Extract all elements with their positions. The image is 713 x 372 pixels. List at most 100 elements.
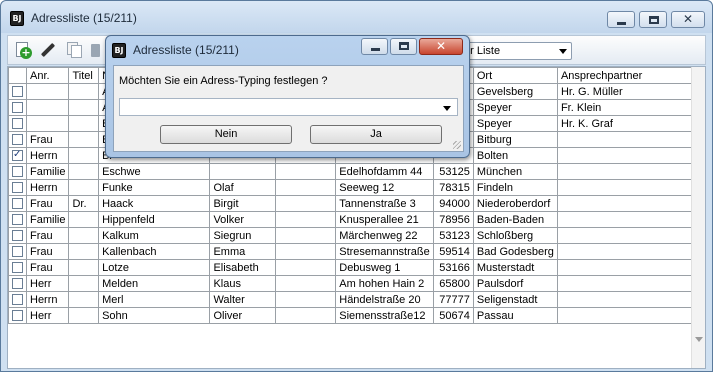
row-checkbox[interactable] [12, 117, 23, 129]
resize-grip[interactable] [453, 141, 461, 149]
list-select[interactable]: er Liste [460, 42, 572, 60]
dialog-app-icon: BJ [112, 43, 126, 58]
edit-button[interactable] [38, 41, 56, 59]
table-row[interactable]: Frau Dr. Haack Birgit Tannenstraße 3 94000 Nie… [8, 195, 705, 212]
cell-check[interactable] [8, 307, 27, 324]
cell-anrede: Herr [25, 307, 70, 324]
cell-anrede: Frau [25, 227, 70, 244]
table-row[interactable]: Herrn Funke Olaf Seeweg 12 78315 Findeln [8, 179, 705, 196]
cell-name: Lotze [98, 259, 211, 276]
row-checkbox[interactable] [12, 149, 23, 162]
row-checkbox[interactable] [12, 245, 23, 257]
copy-button[interactable] [66, 41, 84, 59]
cell-check[interactable] [8, 115, 27, 132]
row-checkbox[interactable] [12, 309, 23, 321]
cell-vorname: Oliver [209, 307, 277, 324]
cell-titel [68, 99, 100, 116]
close-button[interactable]: ✕ [671, 11, 705, 28]
table-row[interactable]: Herr Melden Klaus Am hohen Hain 2 65800 Pauls… [8, 275, 705, 292]
cell-extra [275, 163, 337, 180]
cell-check[interactable] [8, 259, 27, 276]
cell-check[interactable] [8, 243, 27, 260]
header-check[interactable] [8, 67, 27, 84]
cell-vorname: Olaf [209, 179, 277, 196]
cell-vorname: Emma [209, 243, 277, 260]
cell-check[interactable] [8, 131, 27, 148]
minimize-icon [371, 48, 380, 51]
header-anrede[interactable]: Anr. [25, 67, 70, 84]
title-bar[interactable]: BJ Adressliste (15/211) ✕ [1, 1, 712, 33]
header-ort[interactable]: Ort [472, 67, 558, 84]
cell-ansprechpartner [556, 227, 705, 244]
row-checkbox[interactable] [12, 261, 23, 273]
cell-check[interactable] [8, 83, 27, 100]
cell-check[interactable] [8, 211, 27, 228]
row-checkbox[interactable] [12, 133, 23, 145]
cell-name: Funke [98, 179, 211, 196]
cell-plz: 53123 [432, 227, 474, 244]
cell-check[interactable] [8, 275, 27, 292]
cell-plz: 53166 [432, 259, 474, 276]
adress-typing-select[interactable] [119, 98, 458, 116]
new-address-button[interactable]: + [14, 41, 32, 59]
cell-check[interactable] [8, 227, 27, 244]
row-checkbox[interactable] [12, 101, 23, 113]
cell-titel [68, 163, 100, 180]
cell-titel [68, 131, 100, 148]
cell-strasse: Debusweg 1 [335, 259, 434, 276]
dialog-minimize-button[interactable] [361, 38, 388, 55]
vertical-scrollbar[interactable] [691, 67, 705, 368]
row-checkbox[interactable] [12, 197, 23, 209]
dialog-maximize-button[interactable] [390, 38, 417, 55]
cell-vorname: Elisabeth [209, 259, 277, 276]
minimize-button[interactable] [607, 11, 635, 28]
cell-check[interactable] [8, 179, 27, 196]
scroll-down-icon[interactable] [695, 337, 703, 342]
cell-ort: Bad Godesberg [472, 243, 558, 260]
maximize-button[interactable] [639, 11, 667, 28]
table-row[interactable]: Frau Lotze Elisabeth Debusweg 1 53166 Musters… [8, 259, 705, 276]
cell-extra [275, 211, 337, 228]
cell-check[interactable] [8, 195, 27, 212]
cell-plz: 53125 [432, 163, 474, 180]
cell-titel [68, 115, 100, 132]
row-checkbox[interactable] [12, 213, 23, 225]
no-button[interactable]: Nein [160, 125, 292, 144]
cell-name: Kallenbach [98, 243, 211, 260]
cell-ort: Baden-Baden [472, 211, 558, 228]
cell-name: Kalkum [98, 227, 211, 244]
yes-button[interactable]: Ja [310, 125, 442, 144]
table-row[interactable]: Familie Hippenfeld Volker Knusperallee 21 78… [8, 211, 705, 228]
row-checkbox[interactable] [12, 277, 23, 289]
row-checkbox[interactable] [12, 293, 23, 305]
header-ansprechpartner[interactable]: Ansprechpartner [556, 67, 705, 84]
table-row[interactable]: Frau Kallenbach Emma Stresemannstraße 59514 B… [8, 243, 705, 260]
delete-button[interactable] [90, 41, 100, 59]
cell-check[interactable] [8, 99, 27, 116]
cell-extra [275, 307, 337, 324]
cell-titel [68, 243, 100, 260]
close-icon: ✕ [682, 12, 694, 26]
header-titel[interactable]: Titel [68, 67, 100, 84]
cell-ort: Seligenstadt [472, 291, 558, 308]
cell-plz: 65800 [432, 275, 474, 292]
cell-extra [275, 259, 337, 276]
row-checkbox[interactable] [12, 229, 23, 241]
pencil-icon [40, 42, 56, 58]
cell-check[interactable] [8, 163, 27, 180]
dialog-question: Möchten Sie ein Adress-Typing festlegen … [119, 75, 328, 87]
table-row[interactable]: Frau Kalkum Siegrun Märchenweg 22 53123 Schlo… [8, 227, 705, 244]
cell-check[interactable] [8, 291, 27, 308]
table-row[interactable]: Familie Eschwe Edelhofdamm 44 53125 München [8, 163, 705, 180]
cell-titel: Dr. [68, 195, 100, 212]
dialog-close-button[interactable]: ✕ [419, 38, 463, 55]
table-row[interactable]: Herr Sohn Oliver Siemensstraße12 50674 Passau [8, 307, 705, 324]
table-row[interactable]: Herrn Merl Walter Händelstraße 20 77777 Selig… [8, 291, 705, 308]
adress-typing-dialog: BJ Adressliste (15/211) ✕ Möchten Sie ei… [105, 35, 470, 158]
trash-icon [91, 44, 100, 57]
row-checkbox[interactable] [12, 85, 23, 97]
row-checkbox[interactable] [12, 165, 23, 177]
cell-ort: Niederoberdorf [472, 195, 558, 212]
cell-check[interactable] [8, 147, 27, 164]
row-checkbox[interactable] [12, 181, 23, 193]
